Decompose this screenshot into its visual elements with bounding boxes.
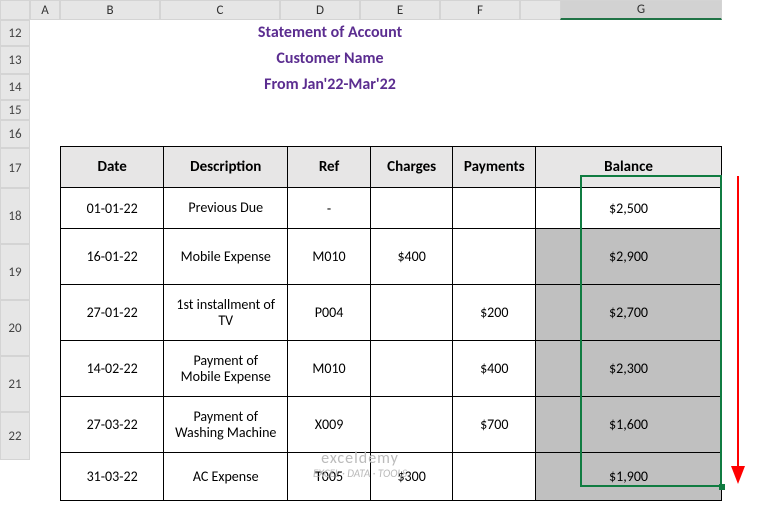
hdr-charges[interactable]: Charges bbox=[370, 147, 453, 188]
cell-desc[interactable]: Payment of Mobile Expense bbox=[164, 341, 288, 397]
cell-payments[interactable]: $200 bbox=[453, 285, 536, 341]
cell-balance[interactable]: $1,600 bbox=[536, 397, 722, 453]
cell-payments[interactable]: $400 bbox=[453, 341, 536, 397]
cell-ref[interactable]: X009 bbox=[288, 397, 371, 453]
col-D[interactable]: D bbox=[280, 0, 360, 20]
cell-date[interactable]: 14-02-22 bbox=[61, 341, 164, 397]
title-1: Statement of Account bbox=[60, 20, 600, 46]
cell-balance[interactable]: $2,500 bbox=[536, 188, 722, 229]
title-block: Statement of Account Customer Name From … bbox=[60, 20, 600, 98]
cell-balance[interactable]: $1,900 bbox=[536, 453, 722, 501]
cell-date[interactable]: 27-01-22 bbox=[61, 285, 164, 341]
cell-date[interactable]: 31-03-22 bbox=[61, 453, 164, 501]
row-headers: 12 13 14 15 16 17 18 19 20 21 22 bbox=[0, 20, 30, 460]
cell-desc[interactable]: Mobile Expense bbox=[164, 229, 288, 285]
cell-charges[interactable] bbox=[370, 188, 453, 229]
table-row: 27-01-221st installment of TVP004 $200$2,… bbox=[61, 285, 722, 341]
red-arrow-icon bbox=[728, 176, 748, 486]
selectall-corner[interactable] bbox=[0, 0, 30, 20]
cell-ref[interactable]: M010 bbox=[288, 229, 371, 285]
row-19[interactable]: 19 bbox=[0, 244, 30, 300]
cell-charges[interactable]: $400 bbox=[370, 229, 453, 285]
row-22[interactable]: 22 bbox=[0, 412, 30, 460]
row-12[interactable]: 12 bbox=[0, 20, 30, 46]
col-B[interactable]: B bbox=[60, 0, 160, 20]
table-row: 16-01-22Mobile ExpenseM010$400 $2,900 bbox=[61, 229, 722, 285]
col-G[interactable]: G bbox=[560, 0, 722, 20]
cell-desc[interactable]: 1st installment of TV bbox=[164, 285, 288, 341]
title-3: From Jan'22-Mar'22 bbox=[60, 72, 600, 98]
title-2: Customer Name bbox=[60, 46, 600, 72]
col-F[interactable]: F bbox=[440, 0, 520, 20]
cell-balance[interactable]: $2,700 bbox=[536, 285, 722, 341]
table-row: 27-03-22Payment of Washing MachineX009 $7… bbox=[61, 397, 722, 453]
col-E[interactable]: E bbox=[360, 0, 440, 20]
cell-payments[interactable] bbox=[453, 453, 536, 501]
cell-payments[interactable]: $700 bbox=[453, 397, 536, 453]
row-16[interactable]: 16 bbox=[0, 120, 30, 148]
cell-payments[interactable] bbox=[453, 229, 536, 285]
cell-payments[interactable] bbox=[453, 188, 536, 229]
col-A[interactable]: A bbox=[30, 0, 60, 20]
row-14[interactable]: 14 bbox=[0, 74, 30, 100]
cell-charges[interactable] bbox=[370, 341, 453, 397]
cell-charges[interactable]: $300 bbox=[370, 453, 453, 501]
cell-desc[interactable]: AC Expense bbox=[164, 453, 288, 501]
table-row: 31-03-22AC ExpenseT005$300 $1,900 bbox=[61, 453, 722, 501]
row-21[interactable]: 21 bbox=[0, 356, 30, 412]
cell-desc[interactable]: Previous Due bbox=[164, 188, 288, 229]
hdr-date[interactable]: Date bbox=[61, 147, 164, 188]
cell-charges[interactable] bbox=[370, 397, 453, 453]
cell-date[interactable]: 16-01-22 bbox=[61, 229, 164, 285]
header-row: Date Description Ref Charges Payments Ba… bbox=[61, 147, 722, 188]
hdr-payments[interactable]: Payments bbox=[453, 147, 536, 188]
row-17[interactable]: 17 bbox=[0, 148, 30, 188]
row-13[interactable]: 13 bbox=[0, 46, 30, 74]
cell-ref[interactable]: - bbox=[288, 188, 371, 229]
cell-ref[interactable]: P004 bbox=[288, 285, 371, 341]
cell-balance[interactable]: $2,300 bbox=[536, 341, 722, 397]
cell-date[interactable]: 01-01-22 bbox=[61, 188, 164, 229]
cell-ref[interactable]: M010 bbox=[288, 341, 371, 397]
hdr-balance[interactable]: Balance bbox=[536, 147, 722, 188]
col-C[interactable]: C bbox=[160, 0, 280, 20]
table-row: 14-02-22Payment of Mobile ExpenseM010 $40… bbox=[61, 341, 722, 397]
hdr-ref[interactable]: Ref bbox=[288, 147, 371, 188]
row-15[interactable]: 15 bbox=[0, 100, 30, 120]
cell-desc[interactable]: Payment of Washing Machine bbox=[164, 397, 288, 453]
hdr-desc[interactable]: Description bbox=[164, 147, 288, 188]
cell-ref[interactable]: T005 bbox=[288, 453, 371, 501]
cell-balance[interactable]: $2,900 bbox=[536, 229, 722, 285]
cell-date[interactable]: 27-03-22 bbox=[61, 397, 164, 453]
cell-charges[interactable] bbox=[370, 285, 453, 341]
row-18[interactable]: 18 bbox=[0, 188, 30, 244]
statement-table: Date Description Ref Charges Payments Ba… bbox=[60, 146, 722, 501]
table-row: 01-01-22Previous Due- $2,500 bbox=[61, 188, 722, 229]
row-20[interactable]: 20 bbox=[0, 300, 30, 356]
